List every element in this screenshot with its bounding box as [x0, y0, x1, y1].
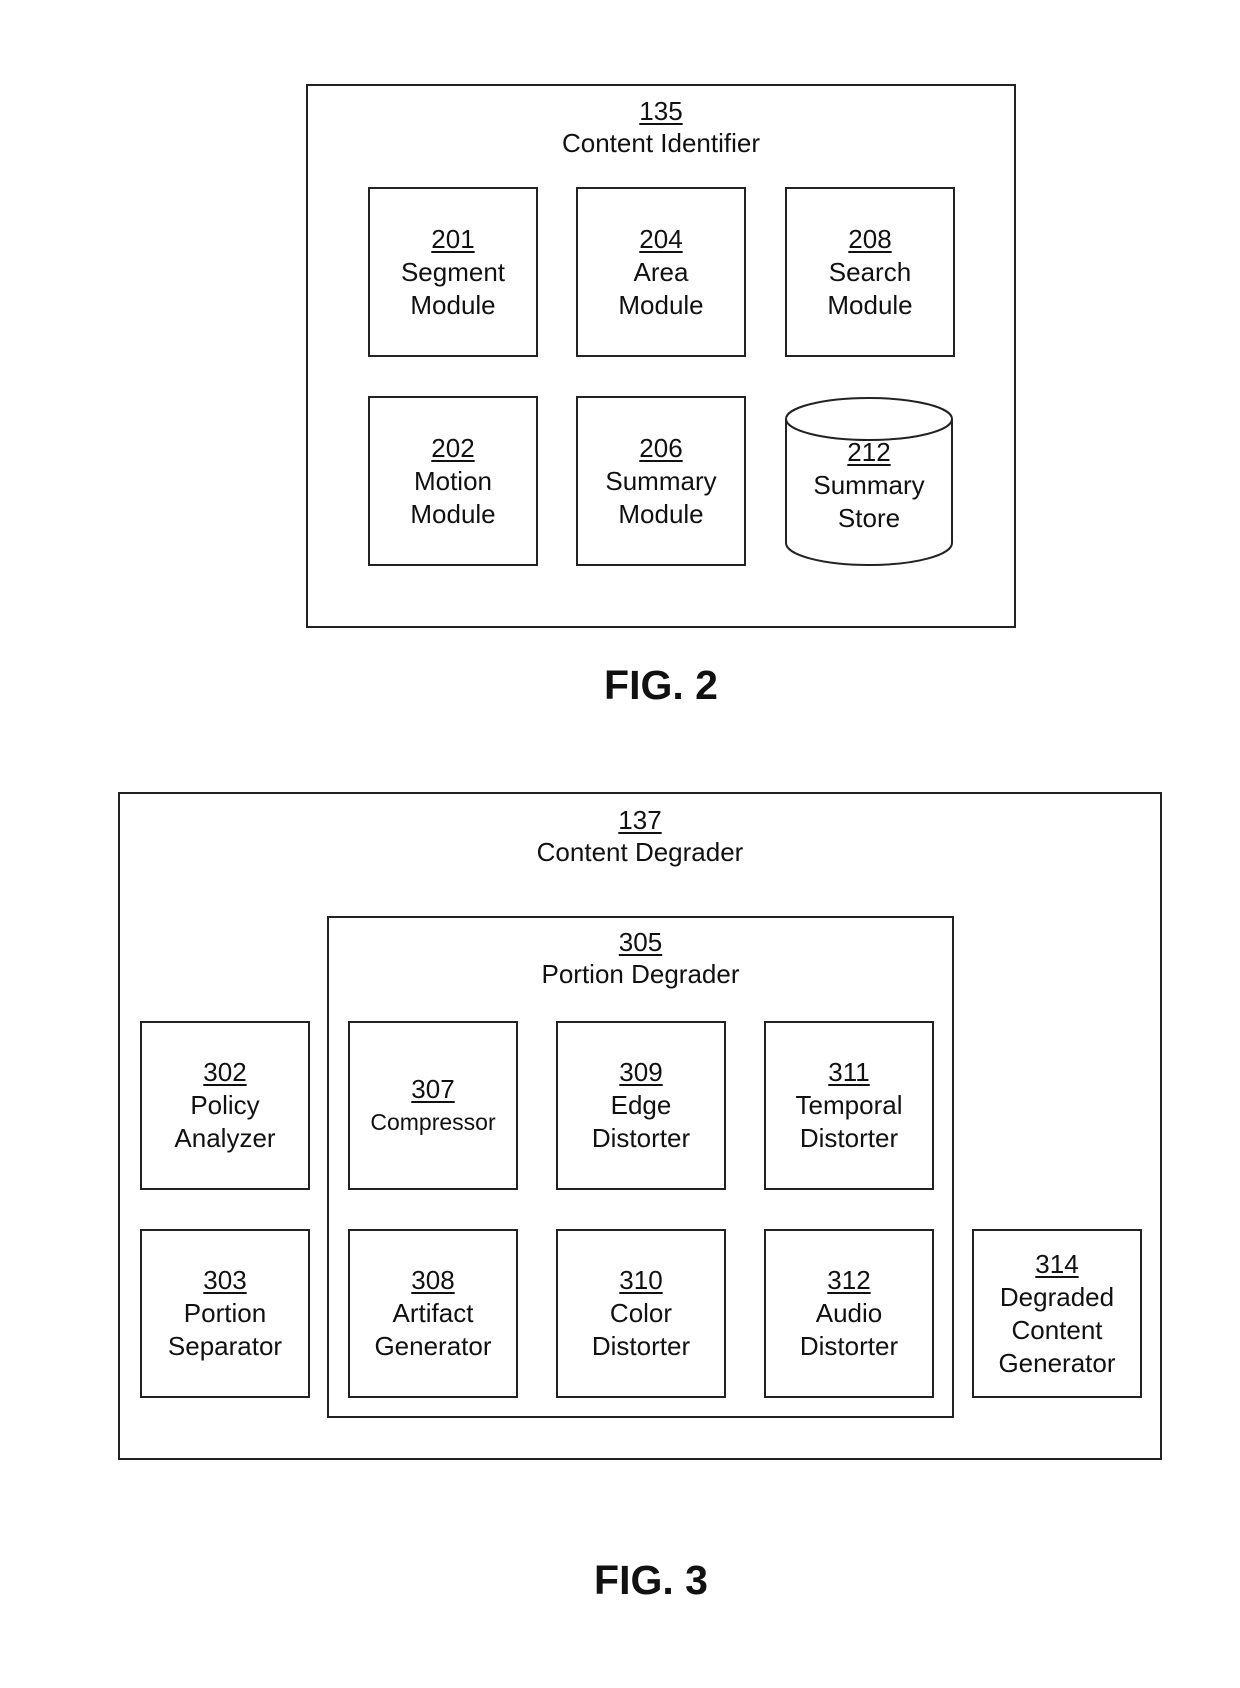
- policy-analyzer: 302 Policy Analyzer: [140, 1021, 310, 1190]
- temporal-distorter-ref: 311: [828, 1057, 870, 1087]
- degraded-content-generator-label-line2: Content: [1011, 1314, 1103, 1345]
- color-distorter-ref: 310: [619, 1265, 663, 1295]
- search-module-ref: 208: [848, 223, 892, 254]
- temporal-distorter: 311 Temporal Distorter: [764, 1021, 934, 1190]
- compressor-label: Compressor: [370, 1108, 496, 1135]
- content-degrader-title: 137 Content Degrader: [120, 804, 1160, 868]
- summary-module-label-line1: Summary: [605, 465, 717, 496]
- summary-store-label-line2: Store: [837, 503, 901, 533]
- policy-analyzer-ref: 302: [203, 1057, 247, 1087]
- degraded-content-generator: 314 Degraded Content Generator: [972, 1229, 1142, 1398]
- degraded-content-generator-label-line3: Generator: [998, 1347, 1116, 1378]
- area-module-label-line2: Module: [618, 289, 704, 320]
- segment-module-ref: 201: [431, 223, 475, 254]
- content-identifier-name: Content Identifier: [561, 128, 760, 158]
- content-identifier-ref: 135: [639, 96, 683, 126]
- audio-distorter-label-line2: Distorter: [799, 1331, 899, 1361]
- color-distorter: 310 Color Distorter: [556, 1229, 726, 1398]
- summary-store-ref: 212: [847, 437, 891, 467]
- portion-separator-ref: 303: [203, 1265, 247, 1295]
- content-degrader-ref: 137: [618, 805, 662, 835]
- compressor: 307 Compressor: [348, 1021, 518, 1190]
- temporal-distorter-label-line2: Distorter: [799, 1123, 899, 1153]
- summary-module-ref: 206: [639, 432, 683, 463]
- area-module: 204 Area Module: [576, 187, 746, 357]
- portion-degrader-ref: 305: [618, 927, 663, 957]
- motion-module-ref: 202: [431, 432, 475, 463]
- audio-distorter-label-line1: Audio: [815, 1298, 883, 1328]
- fig-3-label: FIG. 3: [594, 1557, 708, 1603]
- artifact-generator-label-line2: Generator: [374, 1331, 492, 1361]
- search-module-label-line2: Module: [827, 289, 913, 320]
- temporal-distorter-label-line1: Temporal: [795, 1090, 903, 1120]
- portion-separator-label-line2: Separator: [167, 1331, 283, 1361]
- motion-module-label-line2: Module: [410, 498, 496, 529]
- artifact-generator-label-line1: Artifact: [392, 1298, 474, 1328]
- search-module: 208 Search Module: [785, 187, 955, 357]
- search-module-label-line1: Search: [828, 256, 912, 287]
- segment-module: 201 Segment Module: [368, 187, 538, 357]
- compressor-ref: 307: [411, 1073, 455, 1104]
- degraded-content-generator-ref: 314: [1035, 1248, 1079, 1279]
- motion-module: 202 Motion Module: [368, 396, 538, 566]
- fig-2-label: FIG. 2: [604, 662, 718, 708]
- motion-module-label-line1: Motion: [413, 465, 493, 496]
- summary-store-cylinder: 212 Summary Store: [784, 396, 954, 568]
- artifact-generator-ref: 308: [411, 1265, 455, 1295]
- segment-module-label-line2: Module: [410, 289, 496, 320]
- artifact-generator: 308 Artifact Generator: [348, 1229, 518, 1398]
- audio-distorter-ref: 312: [827, 1265, 871, 1295]
- edge-distorter-ref: 309: [619, 1057, 663, 1087]
- content-identifier-title: 135 Content Identifier: [308, 95, 1014, 159]
- content-degrader-name: Content Degrader: [536, 837, 744, 867]
- edge-distorter-label-line1: Edge: [610, 1090, 672, 1120]
- portion-separator-label-line1: Portion: [183, 1298, 267, 1328]
- color-distorter-label-line1: Color: [609, 1298, 673, 1328]
- edge-distorter: 309 Edge Distorter: [556, 1021, 726, 1190]
- policy-analyzer-label-line1: Policy: [190, 1090, 260, 1120]
- segment-module-label-line1: Segment: [400, 256, 506, 287]
- portion-degrader-title: 305 Portion Degrader: [329, 926, 952, 990]
- portion-degrader-name: Portion Degrader: [541, 959, 740, 989]
- area-module-label-line1: Area: [633, 256, 689, 287]
- summary-store-label: 212 Summary Store: [784, 436, 954, 535]
- audio-distorter: 312 Audio Distorter: [764, 1229, 934, 1398]
- summary-store-label-line1: Summary: [813, 470, 925, 500]
- summary-module: 206 Summary Module: [576, 396, 746, 566]
- edge-distorter-label-line2: Distorter: [591, 1123, 691, 1153]
- degraded-content-generator-label-line1: Degraded: [999, 1281, 1115, 1312]
- area-module-ref: 204: [639, 223, 683, 254]
- summary-module-label-line2: Module: [618, 498, 704, 529]
- color-distorter-label-line2: Distorter: [591, 1331, 691, 1361]
- portion-separator: 303 Portion Separator: [140, 1229, 310, 1398]
- policy-analyzer-label-line2: Analyzer: [174, 1123, 276, 1153]
